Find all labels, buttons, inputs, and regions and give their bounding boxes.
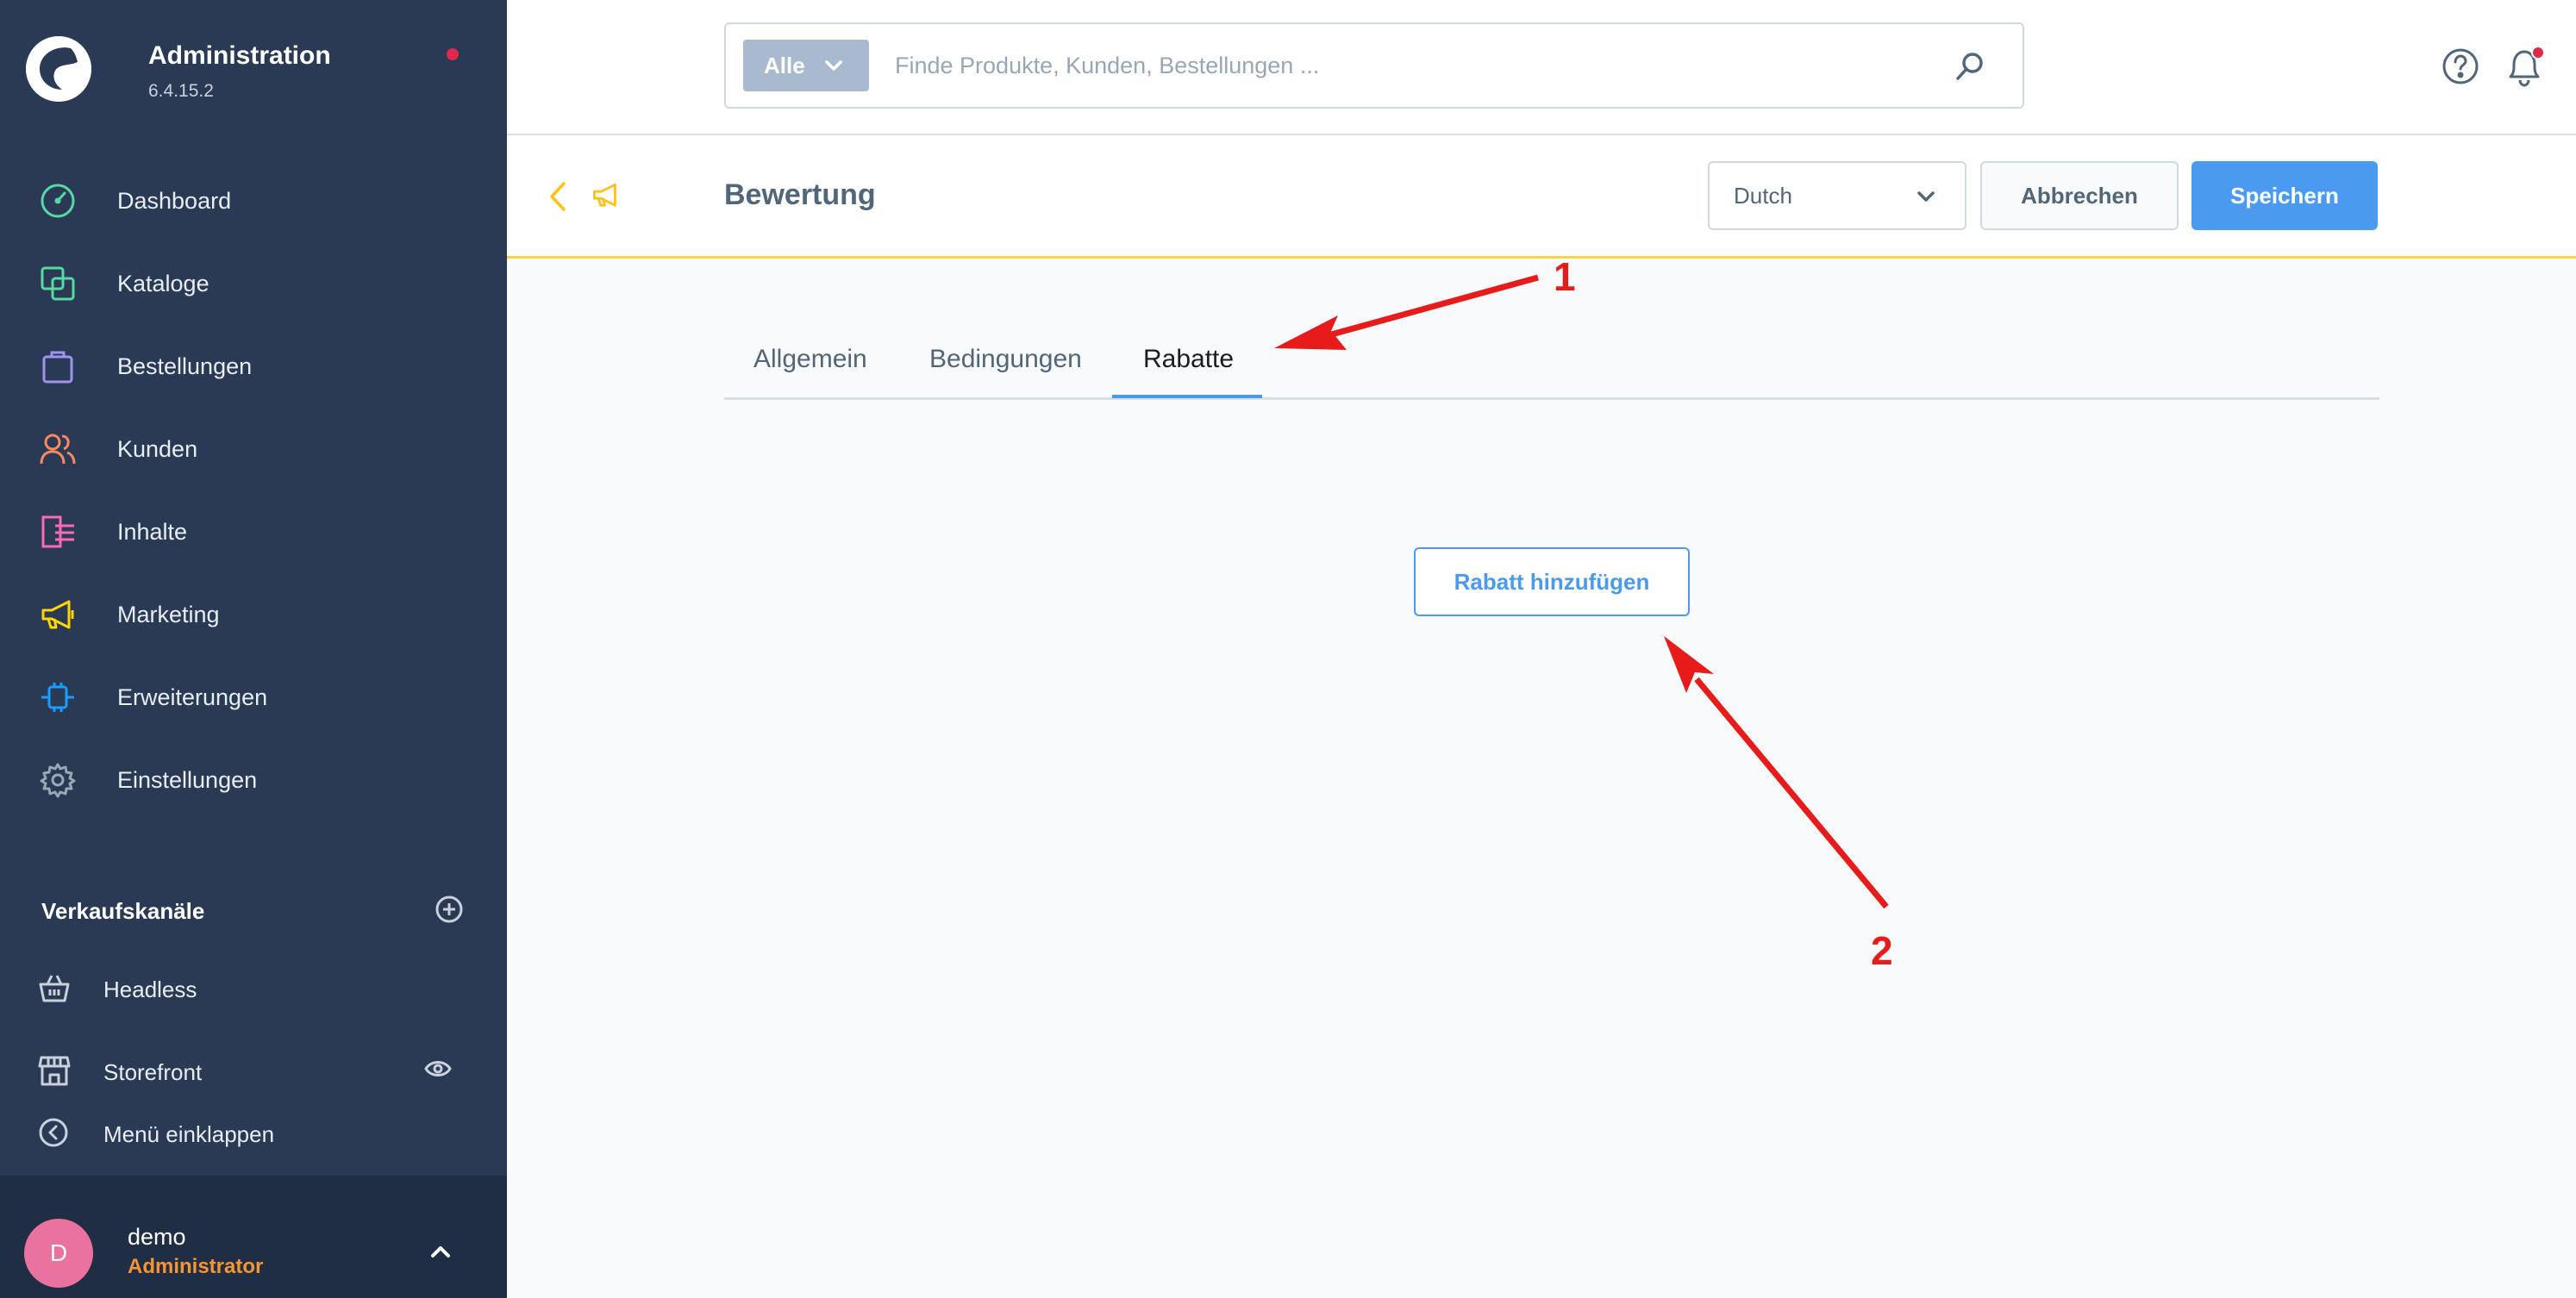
search-icon[interactable]	[1954, 50, 1986, 87]
nav-label: Einstellungen	[117, 766, 258, 793]
nav-label: Kunden	[117, 435, 198, 462]
nav-item-content[interactable]: Inhalte	[0, 490, 507, 573]
help-icon[interactable]	[2442, 47, 2479, 90]
cancel-button[interactable]: Abbrechen	[1980, 161, 2179, 230]
brand-version: 6.4.15.2	[148, 81, 214, 101]
global-search: Alle	[724, 22, 2024, 109]
tab-conditions[interactable]: Bedingungen	[929, 345, 1082, 374]
sales-channels-header: Verkaufskanäle	[41, 895, 464, 928]
sales-channel-headless[interactable]: Headless	[38, 971, 469, 1008]
back-icon[interactable]	[547, 180, 569, 217]
nav-item-marketing[interactable]: Marketing	[0, 573, 507, 656]
chevron-left-circle-icon	[38, 1117, 69, 1152]
nav-label: Erweiterungen	[117, 683, 268, 710]
sales-channels-title: Verkaufskanäle	[41, 898, 205, 924]
top-bar: Alle	[507, 0, 2576, 135]
collapse-menu[interactable]: Menü einklappen	[38, 1117, 469, 1152]
nav-item-extensions[interactable]: Erweiterungen	[0, 656, 507, 739]
nav-item-catalog[interactable]: Kataloge	[0, 242, 507, 325]
sales-channel-label: Headless	[103, 977, 197, 1002]
language-select[interactable]: Dutch	[1708, 161, 1966, 230]
orders-icon	[38, 346, 78, 386]
annotation-arrow-2	[1664, 636, 1889, 909]
sales-channel-label: Storefront	[103, 1059, 203, 1085]
nav-item-settings[interactable]: Einstellungen	[0, 739, 507, 821]
page-header: Bewertung Dutch Abbrechen Speichern	[507, 135, 2576, 259]
dashboard-icon	[38, 181, 78, 221]
active-tab-indicator	[1112, 395, 1262, 398]
add-sales-channel-icon[interactable]	[435, 895, 464, 928]
annotation-number-1: 1	[1554, 254, 1576, 299]
extensions-icon	[38, 677, 78, 717]
collapse-menu-label: Menü einklappen	[103, 1121, 275, 1147]
nav-item-orders[interactable]: Bestellungen	[0, 325, 507, 408]
save-button[interactable]: Speichern	[2191, 161, 2378, 230]
sidebar: Administration 6.4.15.2 Dashboard Katalo…	[0, 0, 507, 1298]
tab-general[interactable]: Allgemein	[753, 345, 867, 374]
storefront-icon	[38, 1054, 71, 1091]
language-value: Dutch	[1734, 182, 1792, 209]
chevron-down-icon	[1917, 191, 1935, 202]
brand-title: Administration	[148, 41, 331, 70]
nav-label: Dashboard	[117, 187, 232, 214]
nav-item-customers[interactable]: Kunden	[0, 408, 507, 490]
page-title: Bewertung	[724, 178, 876, 211]
brand: Administration 6.4.15.2	[26, 36, 331, 102]
customers-icon	[38, 429, 78, 469]
marketing-icon	[591, 182, 621, 214]
search-input[interactable]	[895, 40, 1929, 91]
user-name: demo	[128, 1224, 186, 1250]
tab-bar: Allgemein Bedingungen Rabatte	[724, 338, 2379, 400]
catalog-icon	[38, 264, 78, 303]
add-discount-button[interactable]: Rabatt hinzufügen	[1414, 547, 1690, 616]
basket-icon	[38, 971, 71, 1008]
main-nav: Dashboard Kataloge Bestellungen Kunden I…	[0, 159, 507, 821]
nav-label: Inhalte	[117, 518, 188, 545]
eye-icon[interactable]	[424, 1058, 452, 1084]
nav-label: Marketing	[117, 601, 220, 627]
user-bar[interactable]: D demo Administrator	[0, 1176, 507, 1298]
nav-label: Bestellungen	[117, 353, 253, 379]
nav-item-dashboard[interactable]: Dashboard	[0, 159, 507, 242]
annotation-number-2: 2	[1871, 928, 1893, 973]
content-icon	[38, 512, 78, 552]
nav-label: Kataloge	[117, 270, 209, 296]
settings-icon	[38, 760, 78, 800]
sales-channel-storefront[interactable]: Storefront	[38, 1054, 469, 1091]
chevron-up-icon[interactable]	[428, 1243, 453, 1264]
search-type-label: Alle	[764, 52, 805, 78]
user-role: Administrator	[128, 1255, 264, 1278]
chevron-down-icon	[824, 60, 842, 71]
shopware-logo-icon[interactable]	[26, 36, 91, 102]
marketing-icon	[38, 595, 78, 634]
tab-discounts[interactable]: Rabatte	[1143, 345, 1234, 374]
search-type-select[interactable]: Alle	[743, 40, 869, 91]
status-dot	[447, 48, 459, 60]
notification-bell-icon[interactable]	[2504, 44, 2547, 93]
avatar: D	[24, 1219, 93, 1288]
